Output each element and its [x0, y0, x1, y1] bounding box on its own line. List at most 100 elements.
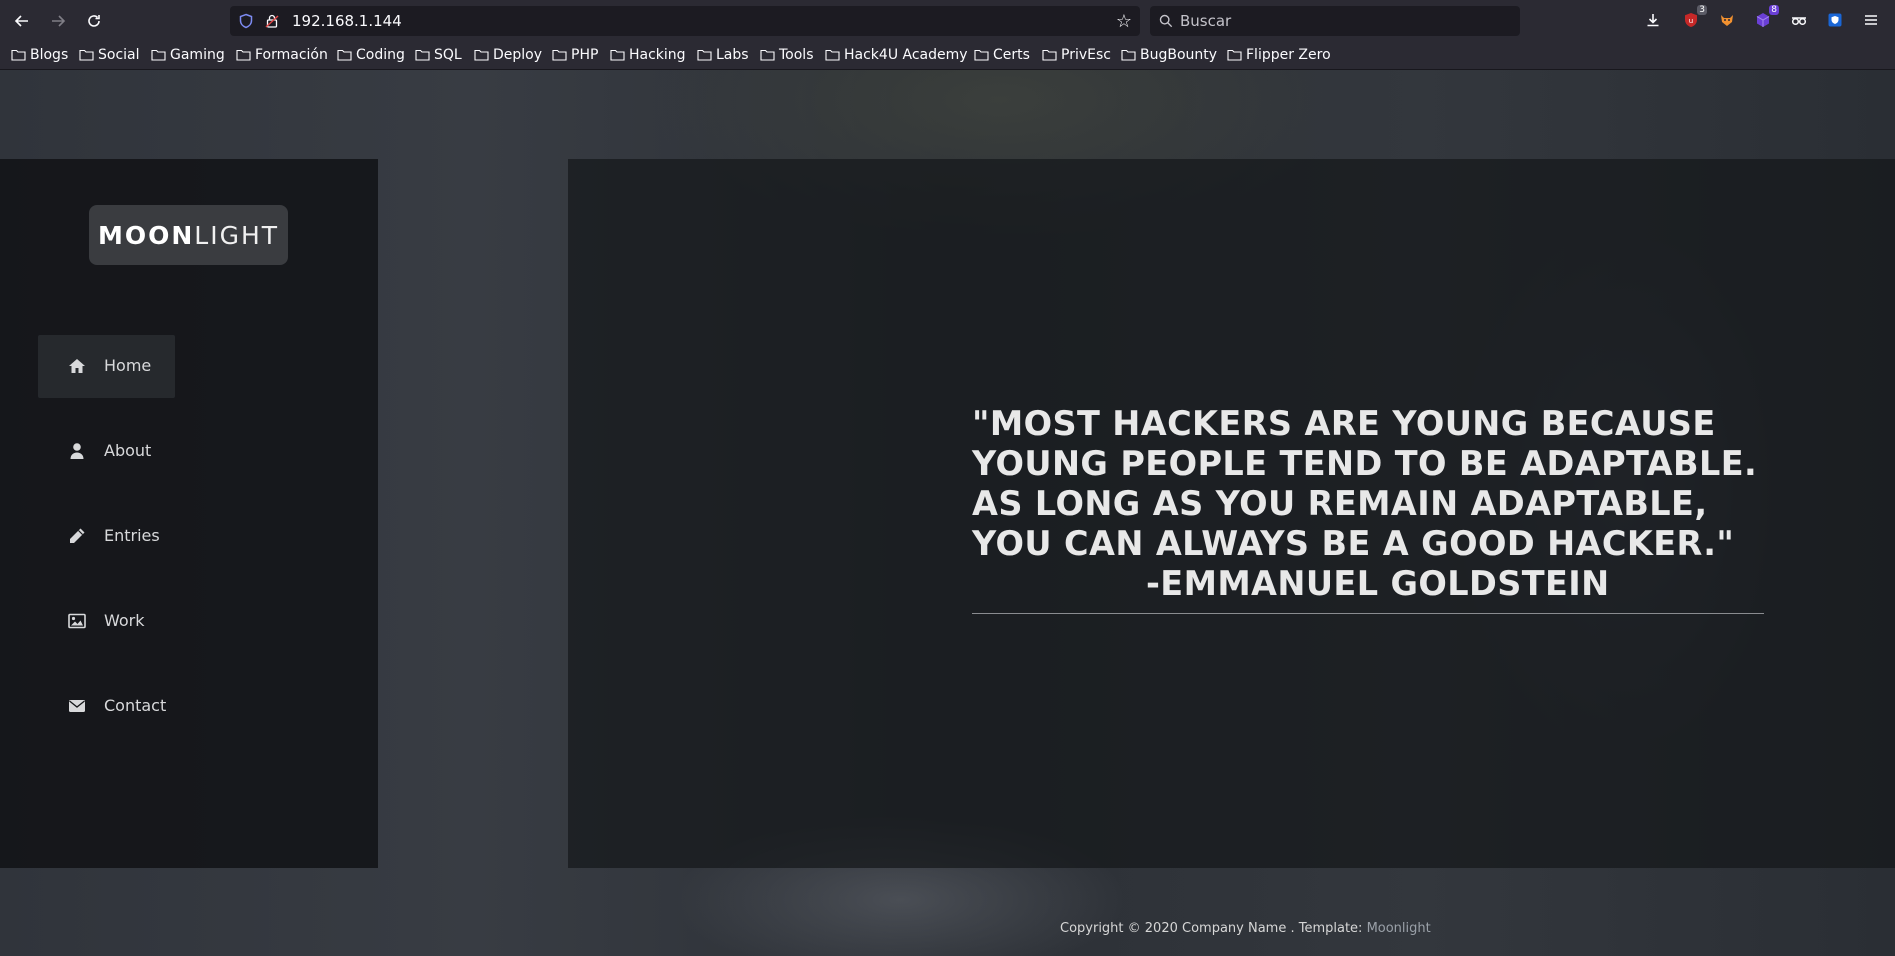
folder-icon — [236, 49, 251, 61]
search-placeholder[interactable]: Buscar — [1180, 12, 1231, 30]
folder-icon — [415, 49, 430, 61]
svg-text:u: u — [1689, 17, 1693, 25]
bookmark-folder-sql[interactable]: SQL — [415, 47, 462, 63]
shield-account-icon — [1828, 13, 1842, 27]
bookmark-folder-privesc[interactable]: PrivEsc — [1042, 47, 1111, 63]
bitwarden-extension-button[interactable] — [1825, 10, 1845, 30]
folder-icon — [610, 49, 625, 61]
bookmark-folder-labs[interactable]: Labs — [697, 47, 749, 63]
folder-icon — [11, 49, 26, 61]
ublock-extension-button[interactable]: u 3 — [1681, 5, 1707, 30]
folder-icon — [697, 49, 712, 61]
nav-item-about[interactable]: About — [38, 420, 175, 483]
bookmark-folder-deploy[interactable]: Deploy — [474, 47, 542, 63]
nav-label: About — [104, 441, 152, 460]
logo-bold-text: MOON — [97, 220, 195, 250]
app-menu-button[interactable] — [1861, 10, 1881, 30]
downloads-button[interactable] — [1643, 10, 1663, 30]
bookmark-label: Blogs — [30, 47, 69, 63]
search-icon — [1159, 14, 1173, 28]
bookmark-folder-hack4u-academy[interactable]: Hack4U Academy — [825, 47, 968, 63]
page-viewport: MOON LIGHT Home About Entries Work Contac… — [0, 70, 1895, 956]
bookmark-label: Hack4U Academy — [844, 47, 968, 63]
bookmark-folder-certs[interactable]: Certs — [974, 47, 1030, 63]
envelope-icon — [69, 700, 85, 712]
bookmarks-toolbar: Blogs Social Gaming Formación Coding SQL… — [0, 41, 1895, 70]
bookmark-folder-bugbounty[interactable]: BugBounty — [1121, 47, 1217, 63]
nav-item-entries[interactable]: Entries — [38, 505, 175, 568]
proxy-badge: 8 — [1769, 5, 1779, 15]
folder-icon — [79, 49, 94, 61]
download-icon — [1647, 14, 1659, 27]
folder-icon — [151, 49, 166, 61]
bookmark-folder-flipper-zero[interactable]: Flipper Zero — [1227, 47, 1331, 63]
folder-icon — [1121, 49, 1136, 61]
quote-author: -EMMANUEL GOLDSTEIN — [1146, 564, 1610, 603]
nav-item-work[interactable]: Work — [38, 590, 175, 653]
fox-extension-button[interactable] — [1717, 10, 1737, 30]
folder-icon — [825, 49, 840, 61]
bookmark-label: Formación — [255, 47, 328, 63]
bookmark-label: PHP — [571, 47, 599, 63]
nav-label: Contact — [104, 696, 167, 715]
content-panel: "MOST HACKERS ARE YOUNG BECAUSE YOUNG PE… — [568, 159, 1895, 868]
spy-extension-button[interactable] — [1789, 10, 1809, 30]
bookmark-label: Labs — [716, 47, 749, 63]
bookmark-folder-formacion[interactable]: Formación — [236, 47, 328, 63]
folder-icon — [974, 49, 989, 61]
folder-icon — [760, 49, 775, 61]
template-link[interactable]: Moonlight — [1367, 921, 1431, 936]
back-button[interactable] — [8, 8, 36, 34]
proxy-cube-icon — [1756, 13, 1770, 27]
nav-label: Entries — [104, 526, 160, 545]
sidebar: MOON LIGHT Home About Entries Work Contac… — [0, 159, 378, 868]
search-bar[interactable]: Buscar — [1150, 6, 1520, 36]
url-text[interactable]: 192.168.1.144 — [292, 12, 402, 30]
folder-icon — [474, 49, 489, 61]
nav-item-contact[interactable]: Contact — [38, 675, 175, 738]
bookmark-star-icon[interactable]: ☆ — [1116, 11, 1132, 32]
bookmark-folder-social[interactable]: Social — [79, 47, 140, 63]
bookmark-folder-blogs[interactable]: Blogs — [11, 47, 68, 63]
reload-icon — [88, 15, 100, 27]
hamburger-menu-icon — [1865, 15, 1877, 25]
bookmark-label: Tools — [779, 47, 814, 63]
folder-icon — [1227, 49, 1242, 61]
bookmark-label: Gaming — [170, 47, 225, 63]
reload-button[interactable] — [80, 8, 108, 34]
bookmark-folder-coding[interactable]: Coding — [337, 47, 405, 63]
quote-divider — [972, 613, 1764, 614]
bookmark-folder-php[interactable]: PHP — [552, 47, 598, 63]
image-icon — [68, 613, 86, 629]
bookmark-label: PrivEsc — [1061, 47, 1111, 63]
bookmark-label: Hacking — [629, 47, 686, 63]
fox-icon — [1721, 15, 1733, 26]
bookmark-label: SQL — [434, 47, 462, 63]
bookmark-label: Flipper Zero — [1246, 47, 1331, 63]
pencil-icon — [70, 528, 85, 543]
bookmark-label: Deploy — [493, 47, 543, 63]
copyright-text: Copyright © 2020 Company Name . Template… — [1060, 921, 1367, 936]
bookmark-label: Social — [98, 47, 140, 63]
logo-light-text: LIGHT — [194, 220, 280, 250]
bookmark-folder-gaming[interactable]: Gaming — [151, 47, 225, 63]
nav-label: Work — [104, 611, 145, 630]
site-logo[interactable]: MOON LIGHT — [89, 205, 288, 265]
ublock-badge: 3 — [1697, 5, 1707, 15]
browser-toolbar: 192.168.1.144 ☆ Buscar u 3 8 — [0, 0, 1895, 41]
bookmark-label: Coding — [356, 47, 405, 63]
proxy-extension-button[interactable]: 8 — [1753, 5, 1779, 30]
ublock-icon: u — [1685, 13, 1697, 27]
tracking-protection-icon[interactable] — [238, 13, 254, 29]
url-bar[interactable]: 192.168.1.144 ☆ — [230, 6, 1140, 36]
footer: Copyright © 2020 Company Name . Template… — [1060, 921, 1431, 936]
hero-quote: "MOST HACKERS ARE YOUNG BECAUSE YOUNG PE… — [972, 404, 1758, 563]
bookmark-label: Certs — [993, 47, 1030, 63]
nav-label: Home — [104, 356, 152, 375]
bookmark-label: BugBounty — [1140, 47, 1218, 63]
bookmark-folder-tools[interactable]: Tools — [760, 47, 814, 63]
forward-button[interactable] — [44, 8, 72, 34]
nav-item-home[interactable]: Home — [38, 335, 175, 398]
bookmark-folder-hacking[interactable]: Hacking — [610, 47, 686, 63]
insecure-lock-icon[interactable] — [264, 13, 280, 29]
